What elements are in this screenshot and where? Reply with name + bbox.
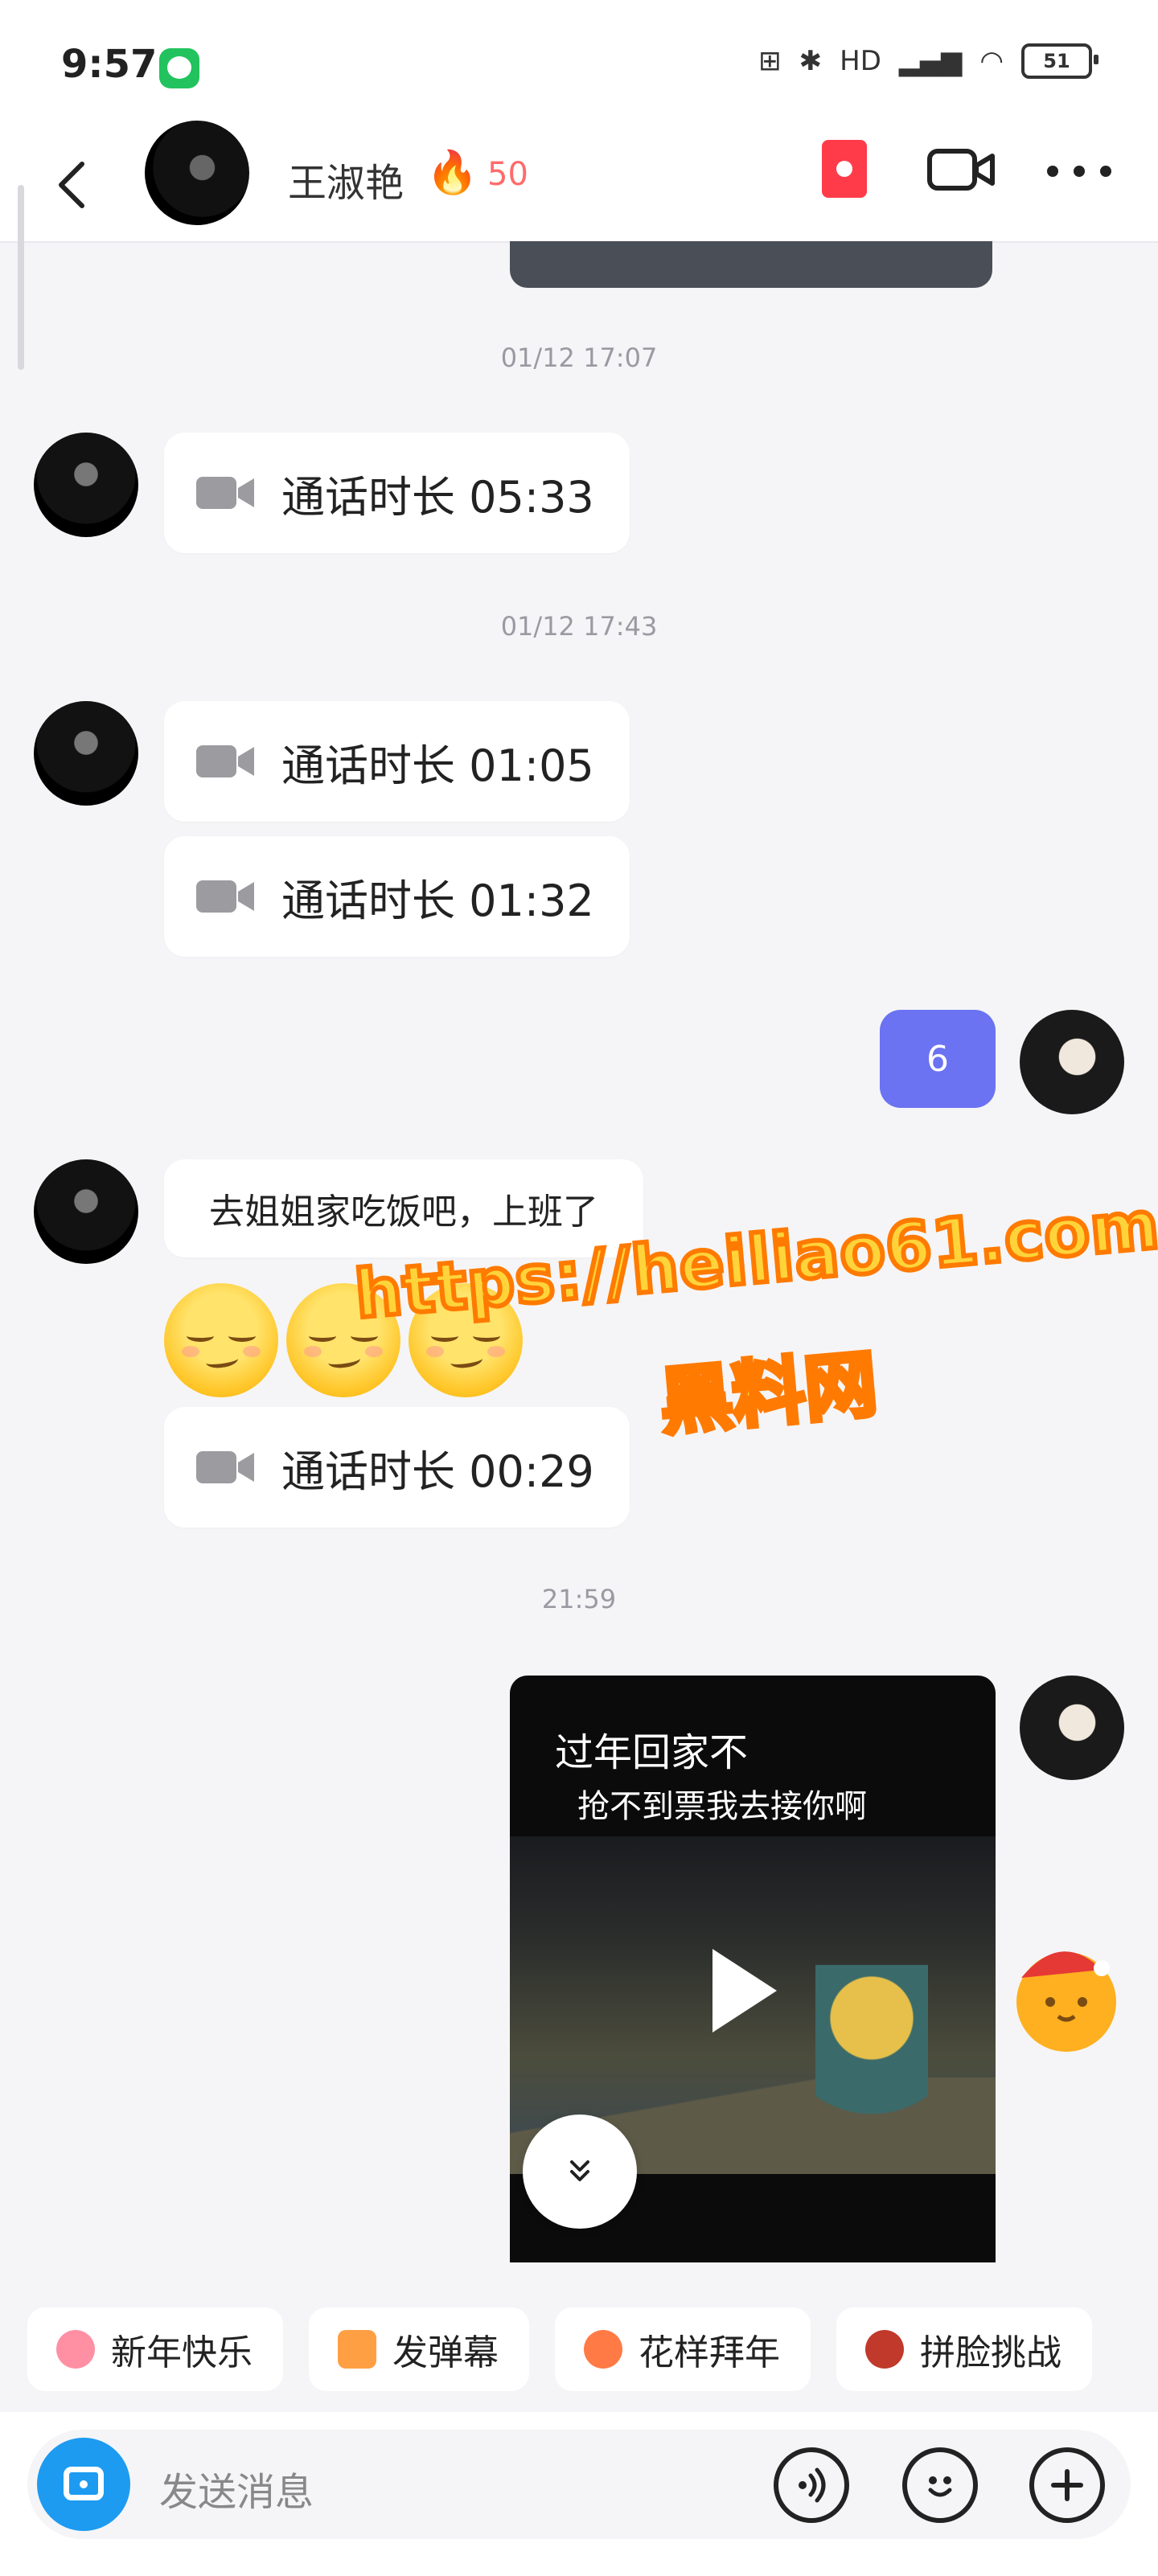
plus-button[interactable] <box>1029 2447 1105 2523</box>
my-avatar[interactable] <box>1020 1676 1124 1780</box>
call-record-bubble[interactable]: 通话时长 01:32 <box>164 836 630 957</box>
back-icon[interactable] <box>50 153 98 217</box>
chip-label: 花样拜年 <box>639 2332 780 2373</box>
plus-icon <box>1051 2469 1083 2501</box>
nfc-icon: ⊞ <box>758 45 782 77</box>
flower-icon <box>56 2330 95 2369</box>
chip-label: 新年快乐 <box>111 2332 253 2373</box>
scrollbar[interactable] <box>18 185 24 370</box>
video-camera-icon <box>196 880 254 913</box>
face-icon <box>865 2330 904 2369</box>
chat-header: 王淑艳 🔥 50 <box>0 121 1158 243</box>
camera-icon[interactable] <box>37 2438 130 2531</box>
danmaku-icon <box>338 2330 376 2369</box>
watermark-name: 黑料网 <box>655 1339 883 1447</box>
play-icon[interactable] <box>712 1949 777 2032</box>
timestamp: 21:59 <box>541 1584 617 1614</box>
contact-message-avatar[interactable] <box>34 433 138 537</box>
status-icons: ⊞ ✱ HD ▂▄▆ ◠ 51 <box>758 43 1098 79</box>
chip-label: 拼脸挑战 <box>920 2332 1062 2373</box>
video-title: 过年回家不 <box>555 1730 749 1775</box>
video-subtitle: 抢不到票我去接你啊 <box>577 1788 867 1825</box>
battery-icon: 51 <box>1021 43 1098 79</box>
streak-count: 50 <box>487 156 528 193</box>
call-record-bubble[interactable]: 通话时长 01:05 <box>164 701 630 822</box>
message-text: 去姐姐家吃饭吧，上班了 <box>209 1192 598 1233</box>
my-avatar[interactable] <box>1020 1010 1124 1114</box>
call-record-bubble[interactable]: 通话时长 05:33 <box>164 433 630 553</box>
timestamp: 01/12 17:43 <box>500 611 658 642</box>
chevron-double-down-icon <box>570 2160 589 2181</box>
emoji-icon <box>928 2476 952 2497</box>
hands-icon <box>584 2330 622 2369</box>
video-camera-icon <box>196 1451 254 1483</box>
more-icon[interactable] <box>1047 159 1111 183</box>
input-bar: 发送消息 <box>0 2412 1158 2576</box>
call-duration: 通话时长 00:29 <box>281 1446 594 1497</box>
battery-level: 51 <box>1043 50 1070 72</box>
timestamp: 01/12 17:07 <box>500 343 658 373</box>
chip-danmaku[interactable]: 发弹幕 <box>309 2307 529 2391</box>
status-time: 9:57 <box>61 42 158 87</box>
image-message-partial[interactable] <box>510 241 992 288</box>
voice-icon <box>799 2467 826 2503</box>
voice-button[interactable] <box>774 2447 849 2523</box>
chip-new-year[interactable]: 新年快乐 <box>27 2307 283 2391</box>
mascot-sticker-icon <box>1016 1951 1116 2052</box>
quick-action-chips: 新年快乐 发弹幕 花样拜年 拼脸挑战 <box>27 2307 1092 2391</box>
my-message-bubble[interactable]: 6 <box>880 1010 996 1108</box>
smile-emoji-icon <box>164 1283 278 1397</box>
call-duration: 通话时长 05:33 <box>281 471 594 523</box>
call-record-bubble[interactable]: 通话时长 00:29 <box>164 1407 630 1528</box>
redpacket-icon[interactable] <box>822 140 867 198</box>
message-input-container[interactable]: 发送消息 <box>27 2430 1131 2539</box>
flame-icon: 🔥 <box>426 149 478 197</box>
video-camera-icon <box>196 477 254 509</box>
video-camera-icon <box>196 745 254 777</box>
scroll-to-bottom-button[interactable] <box>523 2115 637 2229</box>
wechat-notification-icon <box>159 48 199 88</box>
call-duration: 通话时长 01:05 <box>281 740 594 791</box>
contact-avatar[interactable] <box>145 121 249 225</box>
chip-label: 发弹幕 <box>392 2332 499 2373</box>
contact-message-avatar[interactable] <box>34 701 138 806</box>
contact-name[interactable]: 王淑艳 <box>288 151 404 207</box>
message-input[interactable]: 发送消息 <box>159 2460 314 2517</box>
status-bar: 9:57 ⊞ ✱ HD ▂▄▆ ◠ 51 <box>0 0 1158 137</box>
emoji-button[interactable] <box>902 2447 978 2523</box>
call-duration: 通话时长 01:32 <box>281 875 594 926</box>
chip-greeting[interactable]: 花样拜年 <box>555 2307 811 2391</box>
signal-label: HD <box>840 45 881 77</box>
chip-face-challenge[interactable]: 拼脸挑战 <box>836 2307 1092 2391</box>
video-call-icon[interactable] <box>925 142 997 198</box>
contact-message-avatar[interactable] <box>34 1159 138 1264</box>
signal-icon: ▂▄▆ <box>898 45 963 77</box>
wifi-icon: ◠ <box>979 45 1004 77</box>
bluetooth-icon: ✱ <box>799 45 823 77</box>
